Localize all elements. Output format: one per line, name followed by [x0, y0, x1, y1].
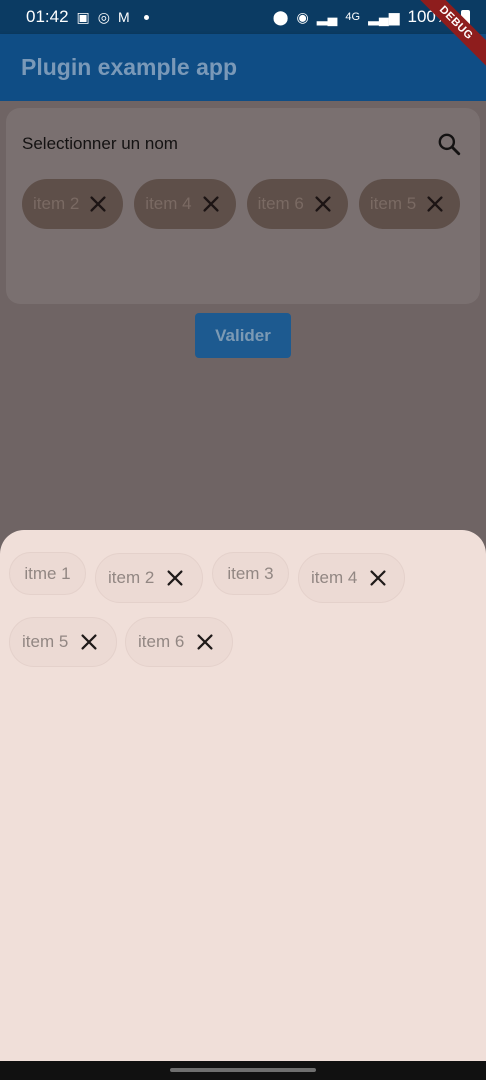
more-notifications-icon: [143, 14, 149, 20]
selected-chip[interactable]: item 2: [22, 179, 124, 229]
close-icon[interactable]: [312, 193, 334, 215]
gmail-notification-icon: M: [118, 9, 130, 25]
sheet-chip[interactable]: itme 1: [9, 552, 86, 595]
sheet-chip[interactable]: item 3: [212, 552, 289, 595]
valider-button[interactable]: Valider: [195, 313, 291, 358]
select-name-label: Selectionner un nom: [22, 134, 178, 153]
selected-chip[interactable]: item 6: [246, 179, 348, 229]
gallery-notification-icon: ▣: [76, 9, 90, 25]
close-icon[interactable]: [194, 631, 216, 653]
close-icon[interactable]: [200, 193, 222, 215]
multi-select-card: Selectionner un nom item 2 item 4 item 6…: [6, 108, 480, 304]
sheet-chip[interactable]: item 4: [298, 553, 405, 603]
search-icon[interactable]: [436, 131, 462, 157]
chip-label: item 4: [145, 194, 192, 213]
chip-label: item 2: [108, 568, 155, 587]
chip-label: item 4: [311, 568, 358, 587]
chip-label: item 3: [227, 563, 274, 583]
close-icon[interactable]: [164, 567, 186, 589]
close-icon[interactable]: [424, 193, 446, 215]
signal-strength-icon: ▂▄▆: [368, 9, 400, 25]
chip-label: item 6: [138, 632, 185, 651]
signal-icon: ▂▄: [316, 9, 338, 25]
network-type-label: 4G: [345, 10, 361, 23]
close-icon[interactable]: [87, 193, 109, 215]
sheet-chip[interactable]: item 6: [125, 617, 233, 667]
system-nav-bar: [0, 1061, 486, 1080]
whatsapp-notification-icon: ◎: [97, 9, 110, 25]
chip-label: item 5: [22, 632, 69, 651]
selected-chip[interactable]: item 4: [134, 179, 236, 229]
sheet-chip[interactable]: item 5: [9, 617, 117, 667]
selected-chip[interactable]: item 5: [358, 179, 461, 229]
status-bar: 01:42 ▣ ◎ M ⬤ ◉ ▂▄ 4G ▂▄▆ 100%: [0, 0, 486, 34]
chip-picker-sheet: itme 1 item 2 item 3 item 4 item 5 item …: [0, 530, 486, 1061]
chip-label: item 2: [33, 194, 80, 213]
selected-chips: item 2 item 4 item 6 item 5: [22, 179, 472, 229]
close-icon[interactable]: [78, 631, 100, 653]
home-gesture-handle[interactable]: [170, 1068, 316, 1072]
close-icon[interactable]: [367, 567, 389, 589]
chip-label: item 6: [257, 194, 304, 213]
chip-label: itme 1: [24, 563, 71, 583]
page-title: Plugin example app: [21, 54, 237, 80]
sheet-chip[interactable]: item 2: [95, 553, 203, 603]
status-time: 01:42: [26, 7, 69, 26]
chip-label: item 5: [369, 194, 417, 213]
hotspot-icon: ◉: [296, 9, 309, 25]
multi-select-header[interactable]: Selectionner un nom: [22, 126, 462, 162]
location-icon: ⬤: [272, 9, 289, 25]
app-bar: Plugin example app: [0, 34, 486, 101]
